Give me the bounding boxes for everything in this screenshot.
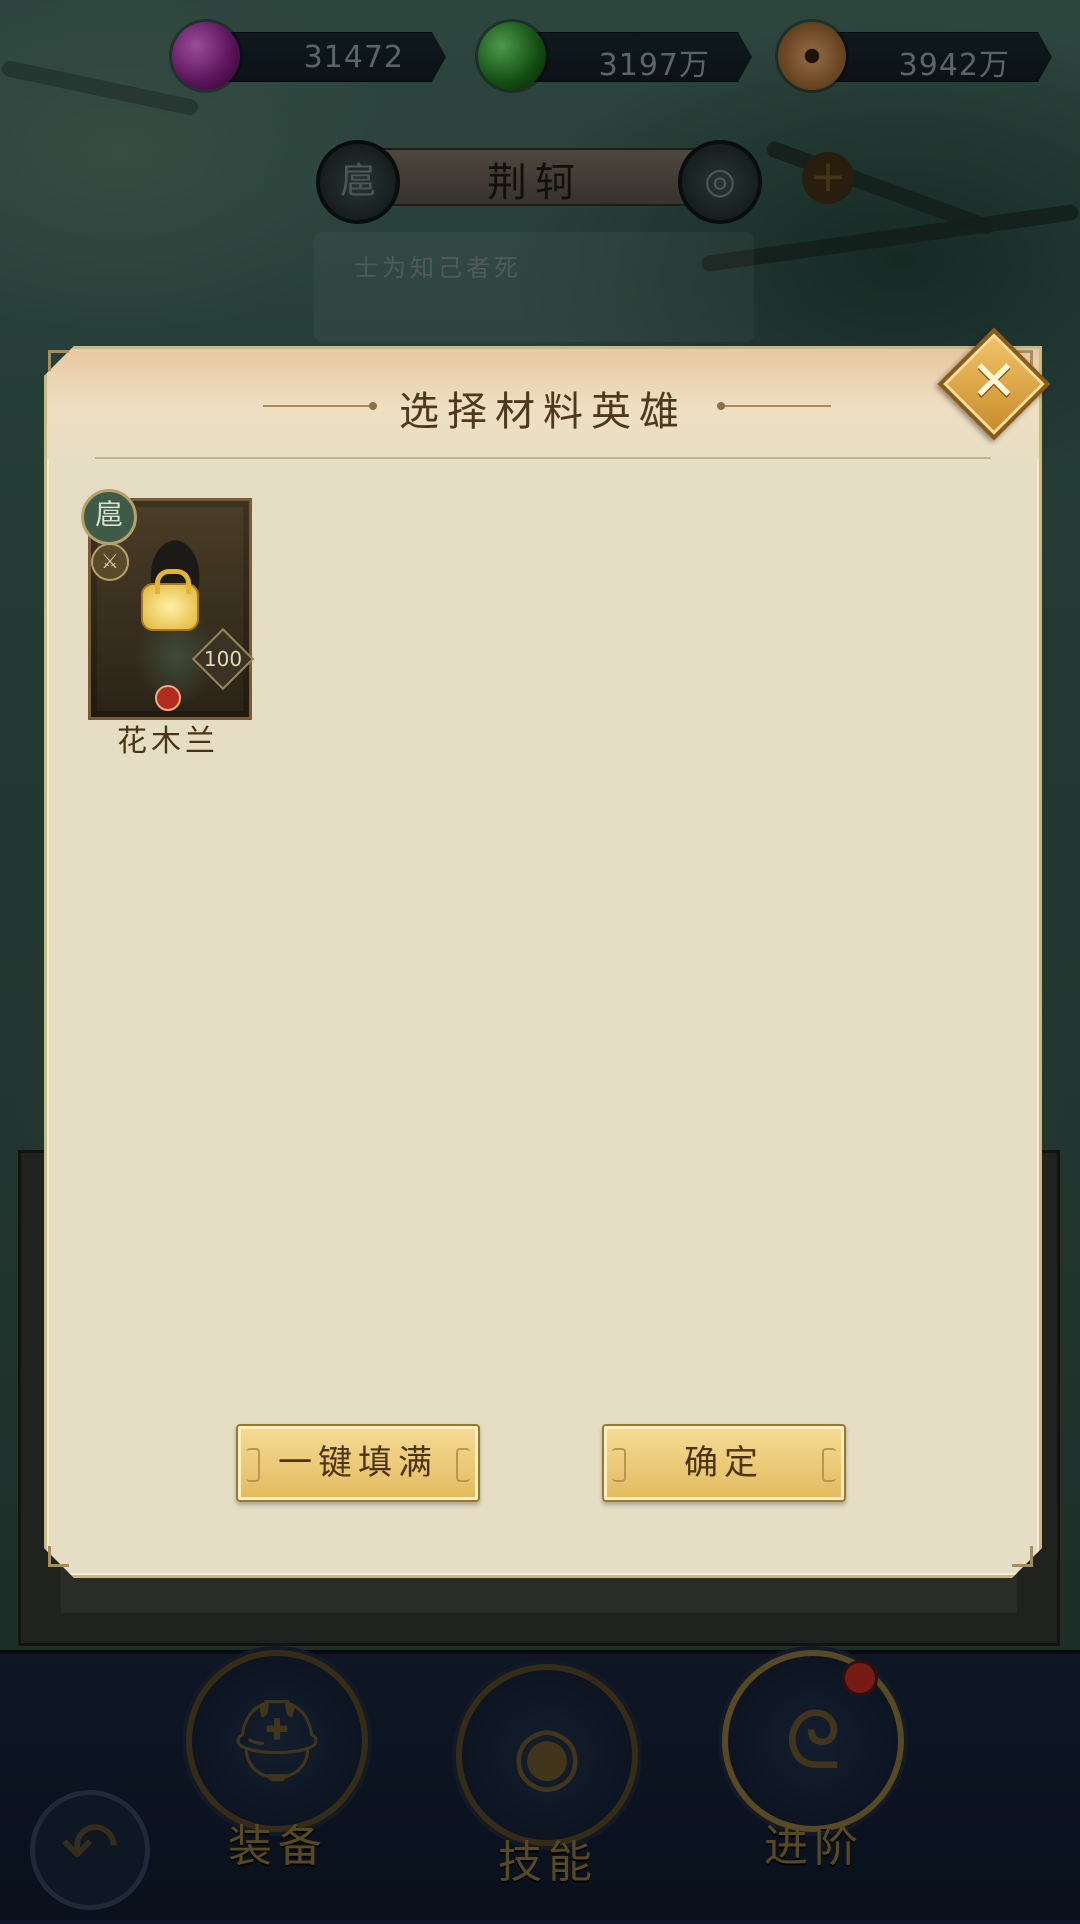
dialog-title: 选择材料英雄	[399, 389, 687, 435]
confirm-button[interactable]: 确定	[602, 1424, 846, 1502]
hero-card[interactable]: 100 扈 ⚔	[81, 489, 255, 720]
corner-ornament	[48, 350, 69, 371]
title-ornament-right	[721, 405, 831, 407]
hero-level: 100	[203, 647, 243, 671]
hero-card-name: 花木兰	[117, 724, 219, 759]
fill-all-button[interactable]: 一键填满	[236, 1424, 480, 1502]
header-divider	[95, 457, 991, 459]
fire-element-icon	[155, 685, 181, 711]
lock-icon	[141, 569, 199, 631]
corner-ornament	[48, 1546, 69, 1567]
corner-ornament	[1012, 1546, 1033, 1567]
crossed-swords-icon: ⚔	[91, 543, 129, 581]
close-icon: ✕	[970, 349, 1018, 414]
faction-badge-icon: 扈	[81, 489, 137, 545]
